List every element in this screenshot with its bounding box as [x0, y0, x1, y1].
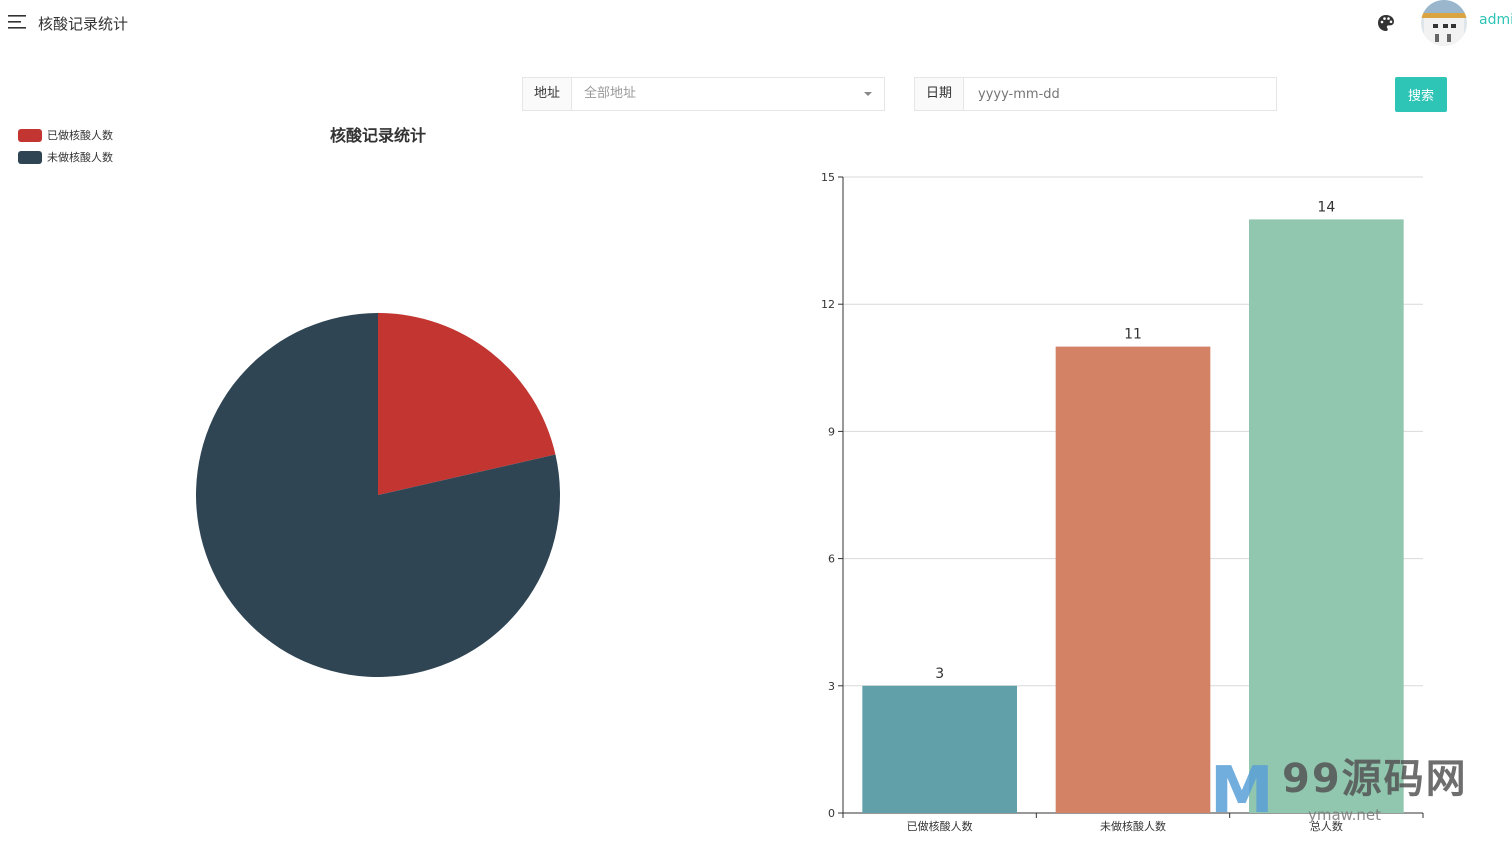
- avatar[interactable]: [1421, 0, 1467, 46]
- page-title: 核酸记录统计: [38, 15, 129, 33]
- avatar-image: [1421, 0, 1467, 46]
- y-tick-label: 15: [821, 171, 835, 184]
- pie-legend: 已做核酸人数 未做核酸人数: [18, 124, 113, 168]
- pie-chart: [196, 313, 560, 677]
- y-tick-label: 3: [828, 680, 835, 693]
- bar-chart: 036912153已做核酸人数11未做核酸人数14总人数: [821, 171, 1424, 833]
- address-label: 地址: [523, 78, 572, 110]
- app-root: 核酸记录统计 admi 地址 全部地址 日期 yyyy-mm-dd 搜索 已做核…: [0, 0, 1512, 849]
- username-link[interactable]: admi: [1479, 12, 1512, 28]
- bar-value-label: 11: [1124, 327, 1142, 343]
- y-tick-label: 9: [828, 425, 835, 438]
- y-tick-label: 12: [821, 298, 835, 311]
- date-input[interactable]: [976, 78, 1260, 110]
- date-field-wrap: [964, 78, 1276, 110]
- legend-item-not-done[interactable]: 未做核酸人数: [18, 146, 113, 168]
- watermark-logo: M: [1210, 754, 1274, 828]
- legend-item-done[interactable]: 已做核酸人数: [18, 124, 113, 146]
- watermark: M 99源码网 ymaw.net: [1210, 744, 1500, 834]
- palette-icon[interactable]: [1376, 13, 1396, 33]
- pie-chart-title: 核酸记录统计: [329, 126, 426, 145]
- legend-label: 未做核酸人数: [47, 151, 113, 164]
- bar-2[interactable]: [1249, 219, 1404, 813]
- bar-1[interactable]: [1055, 346, 1211, 813]
- watermark-text: 99源码网: [1282, 756, 1468, 802]
- search-button[interactable]: 搜索: [1395, 77, 1447, 112]
- hamburger-menu-icon[interactable]: [8, 14, 28, 30]
- bar-value-label: 14: [1317, 199, 1335, 215]
- watermark-sub: ymaw.net: [1308, 806, 1381, 824]
- top-header: 核酸记录统计 admi: [0, 0, 1512, 46]
- address-filter: 地址 全部地址: [522, 77, 885, 111]
- legend-label: 已做核酸人数: [47, 129, 113, 142]
- y-tick-label: 0: [828, 807, 835, 820]
- bar-0[interactable]: [862, 685, 1017, 813]
- date-filter: 日期: [914, 77, 1277, 111]
- address-select-value: 全部地址: [584, 86, 637, 101]
- x-category-label: 未做核酸人数: [1100, 819, 1166, 833]
- x-category-label: 已做核酸人数: [907, 819, 973, 833]
- legend-swatch: [18, 150, 42, 164]
- address-select[interactable]: 全部地址: [572, 78, 884, 110]
- chevron-down-icon: [864, 92, 872, 96]
- legend-swatch: [18, 128, 42, 142]
- y-tick-label: 6: [828, 553, 835, 566]
- bar-value-label: 3: [935, 666, 944, 682]
- date-label: 日期: [915, 78, 964, 110]
